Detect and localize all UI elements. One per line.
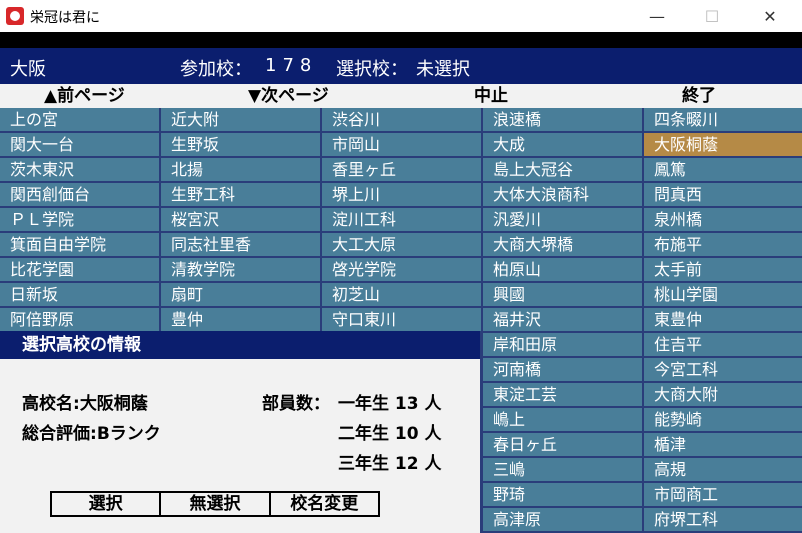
- app-icon: [6, 7, 24, 25]
- school-cell[interactable]: 大商大附: [644, 383, 802, 406]
- school-cell[interactable]: 桃山学園: [644, 283, 802, 306]
- school-cell[interactable]: 嶋上: [483, 408, 642, 431]
- deselect-button[interactable]: 無選択: [161, 493, 271, 515]
- school-cell[interactable]: 東淀工芸: [483, 383, 642, 406]
- school-cell[interactable]: 北揚: [161, 158, 320, 181]
- window-titlebar: 栄冠は君に — ☐ ✕: [0, 0, 802, 32]
- participants-label: 参加校：: [180, 59, 252, 80]
- rating-row: 総合評価:Bランク: [22, 419, 161, 444]
- school-cell[interactable]: 今宮工科: [644, 358, 802, 381]
- school-cell[interactable]: 浪速橋: [483, 108, 642, 131]
- school-cell[interactable]: 近大附: [161, 108, 320, 131]
- school-name-label: 高校名:: [22, 394, 80, 414]
- school-cell[interactable]: 興國: [483, 283, 642, 306]
- school-cell[interactable]: 箕面自由学院: [0, 233, 159, 256]
- school-cell[interactable]: 太手前: [644, 258, 802, 281]
- school-cell[interactable]: 清教学院: [161, 258, 320, 281]
- school-cell[interactable]: 渋谷川: [322, 108, 481, 131]
- school-cell[interactable]: 春日ヶ丘: [483, 433, 642, 456]
- school-cell[interactable]: 啓光学院: [322, 258, 481, 281]
- school-cell[interactable]: ＰＬ学院: [0, 208, 159, 231]
- school-cell[interactable]: 阿倍野原: [0, 308, 159, 331]
- school-cell[interactable]: 福井沢: [483, 308, 642, 331]
- school-cell[interactable]: 問真西: [644, 183, 802, 206]
- end-button[interactable]: 終了: [682, 84, 716, 108]
- school-cell[interactable]: 扇町: [161, 283, 320, 306]
- school-cell[interactable]: 関西創価台: [0, 183, 159, 206]
- school-cell[interactable]: 日新坂: [0, 283, 159, 306]
- school-name-value: 大阪桐蔭: [79, 394, 148, 414]
- school-cell[interactable]: 三嶋: [483, 458, 642, 481]
- school-cell[interactable]: 香里ヶ丘: [322, 158, 481, 181]
- school-cell[interactable]: 岸和田原: [483, 333, 642, 356]
- action-buttons: 選択 無選択 校名変更: [50, 491, 380, 517]
- school-name-row: 高校名:大阪桐蔭: [22, 389, 148, 414]
- school-cell[interactable]: 島上大冠谷: [483, 158, 642, 181]
- school-cell[interactable]: 高津原: [483, 508, 642, 531]
- status-header: 大阪 参加校： 178 選択校： 未選択: [0, 48, 802, 84]
- school-cell[interactable]: 野琦: [483, 483, 642, 506]
- members-year2: 二年生 10 人: [338, 424, 442, 444]
- school-cell[interactable]: 初芝山: [322, 283, 481, 306]
- school-cell[interactable]: 汎愛川: [483, 208, 642, 231]
- school-cell[interactable]: 大成: [483, 133, 642, 156]
- members-label: 部員数：: [262, 394, 330, 414]
- school-cell[interactable]: 大体大浪商科: [483, 183, 642, 206]
- school-cell[interactable]: 市岡山: [322, 133, 481, 156]
- window-title: 栄冠は君に: [30, 10, 100, 26]
- participants-count: 178: [265, 55, 318, 76]
- school-cell[interactable]: 河南橋: [483, 358, 642, 381]
- prev-page-button[interactable]: ▲前ページ: [44, 84, 125, 108]
- school-cell[interactable]: 生野坂: [161, 133, 320, 156]
- school-cell[interactable]: 大商大堺橋: [483, 233, 642, 256]
- stop-button[interactable]: 中止: [474, 84, 508, 108]
- school-cell[interactable]: 大工大原: [322, 233, 481, 256]
- next-page-button[interactable]: ▼次ページ: [248, 84, 329, 108]
- school-cell[interactable]: 四条畷川: [644, 108, 802, 131]
- members-year3: 三年生 12 人: [338, 454, 442, 474]
- school-cell[interactable]: 守口東川: [322, 308, 481, 331]
- rating-label: 総合評価:: [22, 424, 97, 444]
- top-strip: [0, 32, 802, 48]
- school-cell[interactable]: 淀川工科: [322, 208, 481, 231]
- school-cell[interactable]: 楯津: [644, 433, 802, 456]
- page-nav: ▲前ページ ▼次ページ 中止 終了: [0, 84, 802, 109]
- selected-label: 選択校：: [336, 59, 408, 80]
- school-cell[interactable]: 堺上川: [322, 183, 481, 206]
- maximize-button[interactable]: ☐: [689, 0, 735, 32]
- school-info-panel: 選択高校の情報 高校名:大阪桐蔭 総合評価:Bランク 部員数： 一年生 13 人…: [0, 331, 480, 533]
- school-cell[interactable]: 大阪桐蔭: [644, 133, 802, 156]
- school-cell[interactable]: 府堺工科: [644, 508, 802, 531]
- selected-value: 未選択: [416, 59, 470, 80]
- school-cell[interactable]: 桜宮沢: [161, 208, 320, 231]
- school-cell[interactable]: 鳳篤: [644, 158, 802, 181]
- school-cell[interactable]: 布施平: [644, 233, 802, 256]
- school-cell[interactable]: 東豊仲: [644, 308, 802, 331]
- school-cell[interactable]: 泉州橋: [644, 208, 802, 231]
- school-cell[interactable]: 柏原山: [483, 258, 642, 281]
- school-cell[interactable]: 住吉平: [644, 333, 802, 356]
- school-cell[interactable]: 生野工科: [161, 183, 320, 206]
- select-button[interactable]: 選択: [52, 493, 162, 515]
- school-cell[interactable]: 上の宮: [0, 108, 159, 131]
- close-button[interactable]: ✕: [747, 0, 793, 32]
- school-cell[interactable]: 能勢崎: [644, 408, 802, 431]
- school-cell[interactable]: 比花学園: [0, 258, 159, 281]
- school-cell[interactable]: 関大一台: [0, 133, 159, 156]
- minimize-button[interactable]: —: [634, 0, 680, 32]
- school-cell[interactable]: 同志社里香: [161, 233, 320, 256]
- school-cell[interactable]: 市岡商工: [644, 483, 802, 506]
- rating-value: Bランク: [96, 424, 161, 444]
- rename-button[interactable]: 校名変更: [271, 493, 378, 515]
- region-label: 大阪: [10, 59, 46, 80]
- school-cell[interactable]: 茨木東沢: [0, 158, 159, 181]
- members-year1: 一年生 13 人: [338, 394, 442, 414]
- info-panel-title: 選択高校の情報: [0, 331, 480, 359]
- school-cell[interactable]: 豊仲: [161, 308, 320, 331]
- school-cell[interactable]: 高規: [644, 458, 802, 481]
